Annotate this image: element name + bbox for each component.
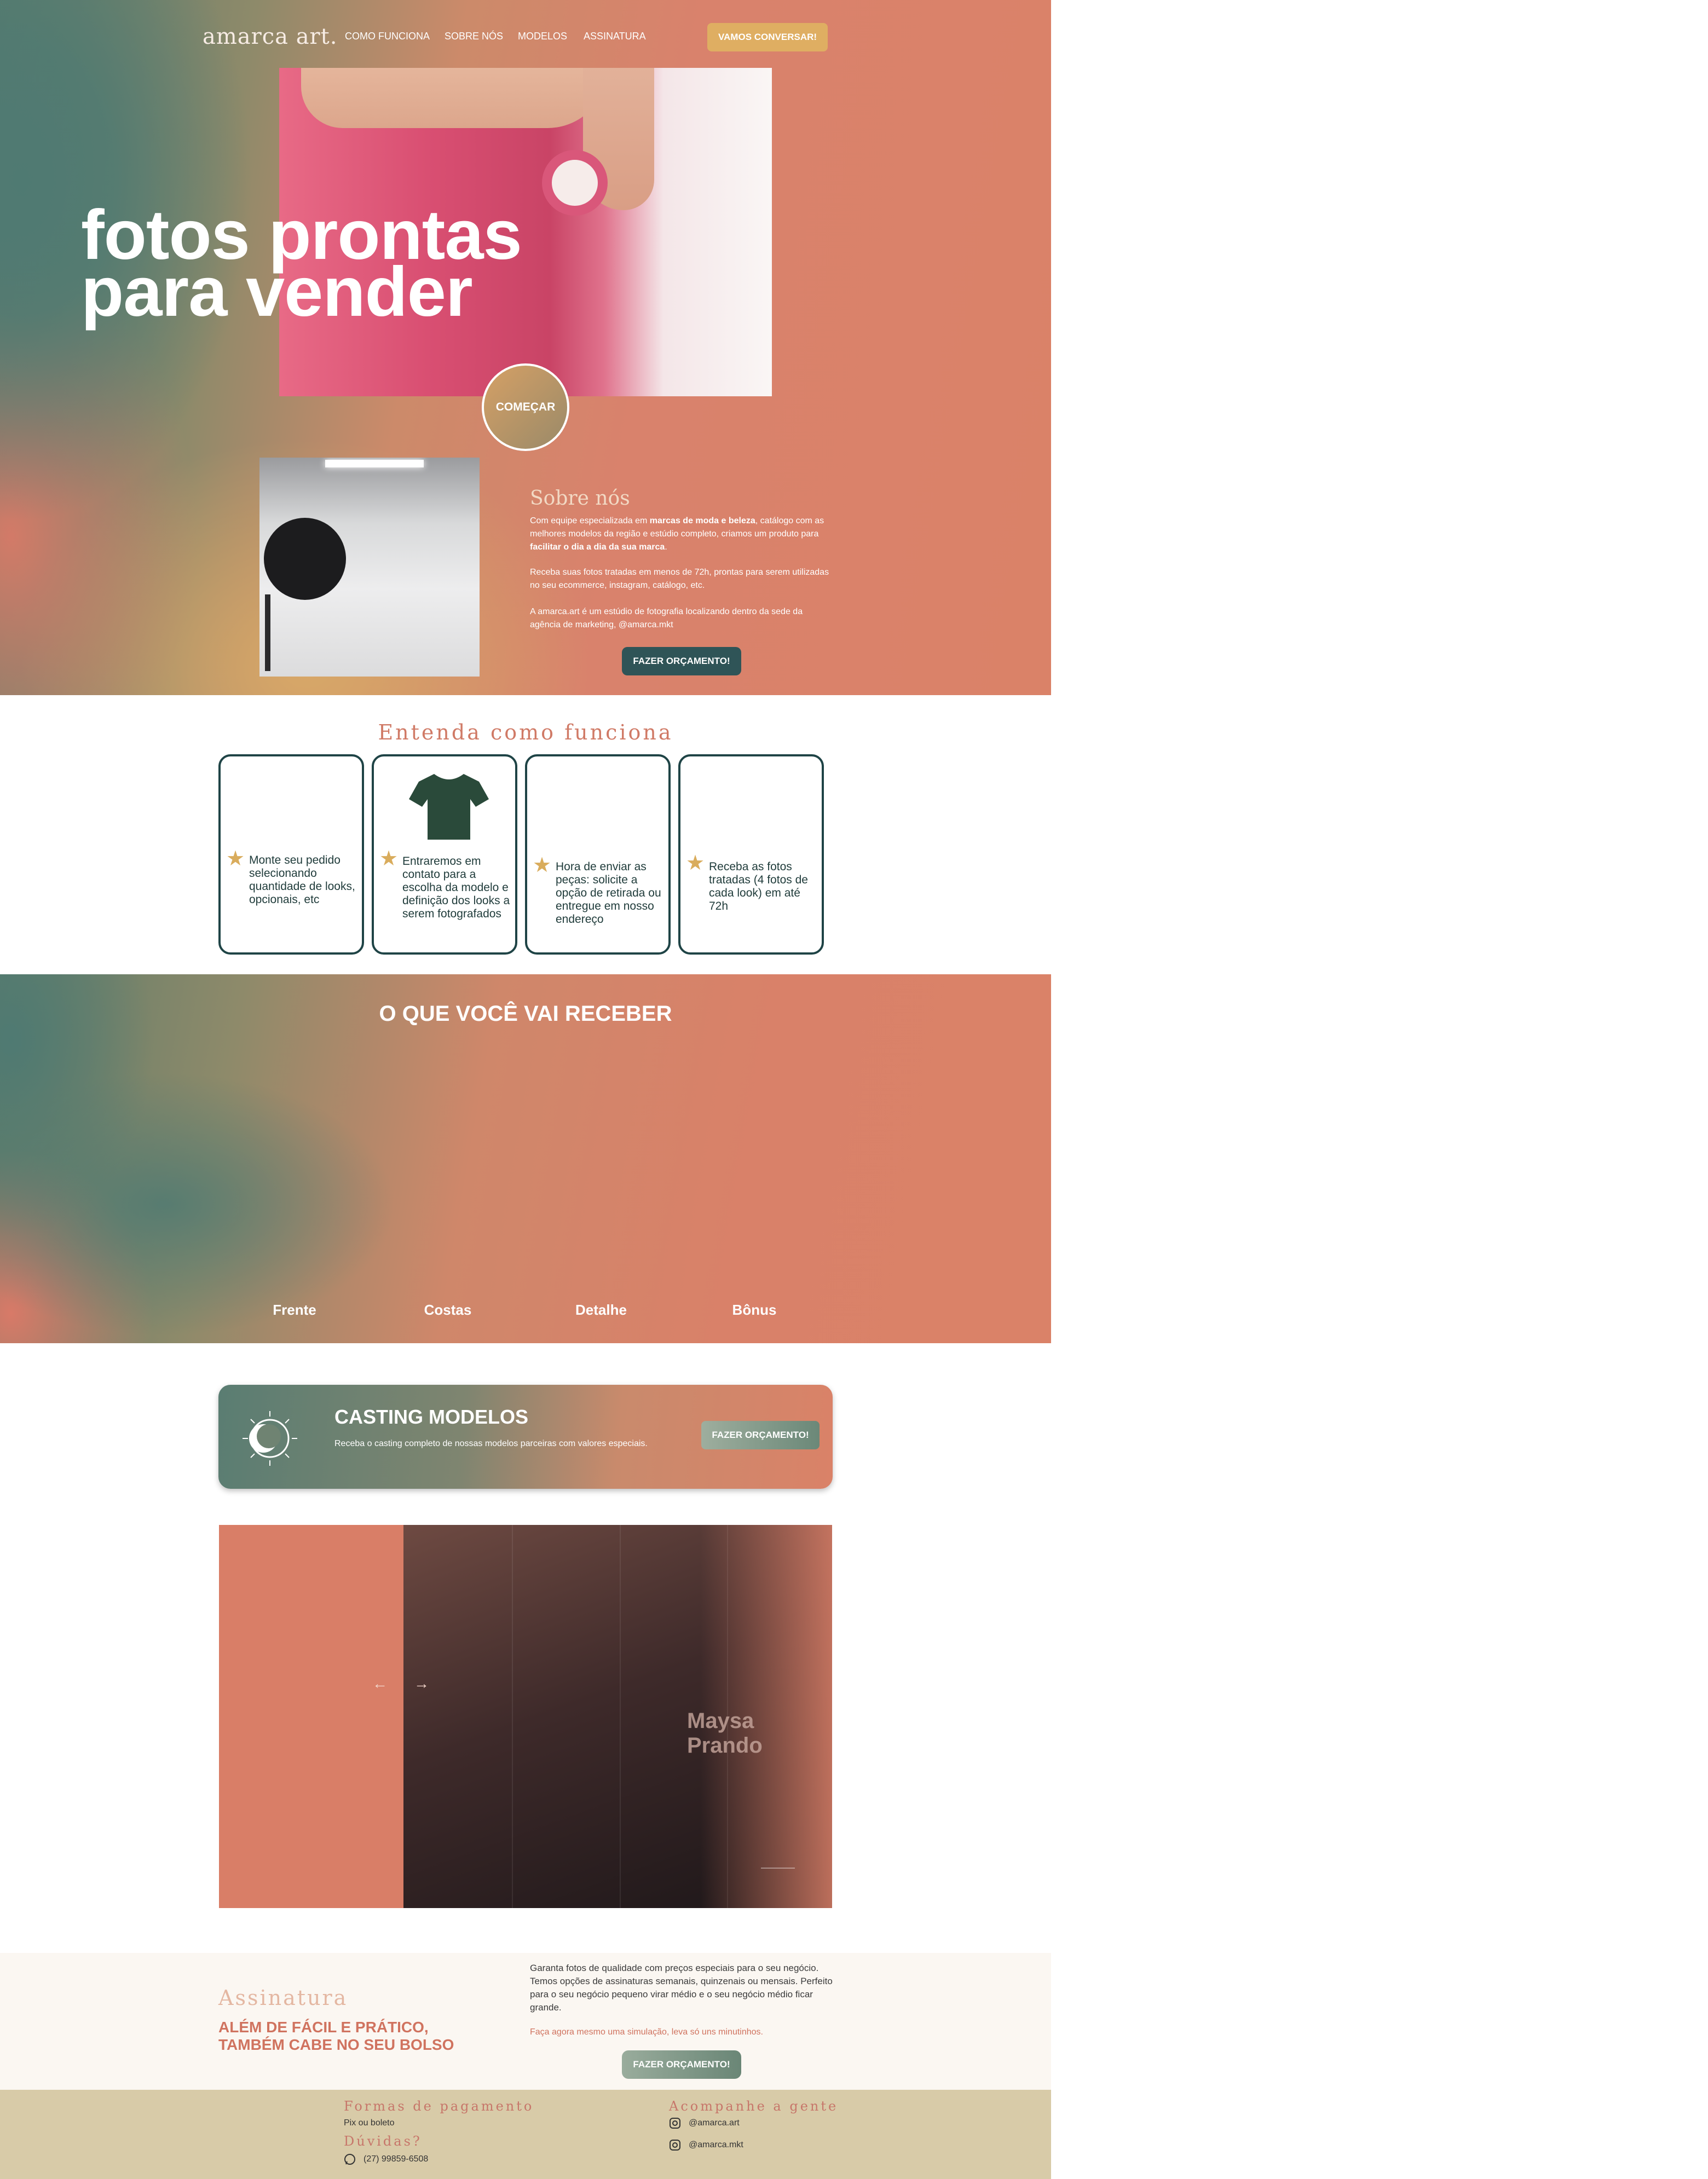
gallery-prev-arrow[interactable]: ← — [372, 1675, 388, 1692]
studio-softbox — [264, 518, 346, 600]
subscription-quote-button[interactable]: FAZER ORÇAMENTO! — [622, 2050, 741, 2079]
logo[interactable]: amarca art. — [203, 24, 337, 49]
vamos-conversar-button[interactable]: VAMOS CONVERSAR! — [707, 23, 828, 51]
instagram-link-art[interactable]: @amarca.art — [689, 2118, 740, 2128]
step-text-3: Hora de enviar as peças: solicite a opçã… — [556, 860, 661, 926]
phone-number[interactable]: (27) 99859-6508 — [363, 2154, 428, 2164]
step-card-2: ★ Entraremos em contato para a escolha d… — [372, 754, 517, 955]
nav-link-assinatura[interactable]: ASSINATURA — [584, 31, 646, 42]
step-card-4: ★ Receba as fotos tratadas (4 fotos de c… — [678, 754, 824, 955]
casting-heading: CASTING MODELOS — [334, 1406, 529, 1428]
subscription-note: Faça agora mesmo uma simulação, leva só … — [530, 2027, 763, 2037]
step-card-1: ★ Monte seu pedido selecionando quantida… — [218, 754, 364, 955]
instagram-icon — [670, 2118, 680, 2129]
models-gallery: ← → Maysa Prando — [219, 1525, 832, 1908]
nav-link-sobre-nos[interactable]: SOBRE NÓS — [445, 31, 503, 42]
subscription-tagline-line-2: TAMBÉM CABE NO SEU BOLSO — [218, 2036, 454, 2053]
studio-light-stand — [265, 594, 270, 671]
step-card-3: ★ Hora de enviar as peças: solicite a op… — [525, 754, 671, 955]
comecar-button[interactable]: COMEÇAR — [482, 363, 569, 451]
star-icon: ★ — [226, 847, 245, 870]
nav-link-como-funciona[interactable]: COMO FUNCIONA — [345, 31, 430, 42]
whatsapp-icon — [344, 2154, 355, 2165]
hero-photo-ring — [542, 150, 608, 216]
nav-link-modelos[interactable]: MODELOS — [518, 31, 567, 42]
follow-heading: Acompanhe a gente — [669, 2099, 839, 2114]
footer: Formas de pagamento Pix ou boleto Dúvida… — [0, 2090, 1051, 2179]
about-paragraph-3: A amarca.art é um estúdio de fotografia … — [530, 607, 803, 629]
receive-section: O QUE VOCÊ VAI RECEBER Frente Costas Det… — [0, 974, 1051, 1343]
about-quote-button[interactable]: FAZER ORÇAMENTO! — [622, 647, 741, 675]
gallery-divider — [620, 1525, 621, 1908]
receive-label-costas[interactable]: Costas — [393, 1302, 503, 1319]
instagram-link-mkt[interactable]: @amarca.mkt — [689, 2140, 743, 2150]
studio-ceiling-light — [325, 460, 424, 467]
payment-text: Pix ou boleto — [344, 2118, 395, 2128]
moon-sun-icon — [243, 1411, 297, 1466]
subscription-section: Assinatura ALÉM DE FÁCIL E PRÁTICO, TAMB… — [0, 1953, 1051, 2090]
doubts-heading: Dúvidas? — [344, 2134, 422, 2149]
hero-title-line-2: para vender — [81, 253, 473, 331]
how-heading: Entenda como funciona — [378, 720, 673, 744]
tshirt-icon — [409, 774, 489, 840]
subscription-tagline-line-1: ALÉM DE FÁCIL E PRÁTICO, — [218, 2019, 429, 2036]
casting-quote-button[interactable]: FAZER ORÇAMENTO! — [701, 1421, 820, 1449]
receive-label-detalhe[interactable]: Detalhe — [546, 1302, 656, 1319]
receive-heading: O QUE VOCÊ VAI RECEBER — [379, 1002, 672, 1026]
payment-heading: Formas de pagamento — [344, 2099, 534, 2114]
gallery-next-arrow[interactable]: → — [414, 1675, 429, 1692]
casting-banner: CASTING MODELOS Receba o casting complet… — [218, 1385, 833, 1489]
gallery-indicator — [761, 1868, 795, 1869]
star-icon: ★ — [533, 854, 552, 877]
step-text-1: Monte seu pedido selecionando quantidade… — [249, 854, 355, 906]
hero-title: fotos prontas para vender — [81, 200, 522, 331]
receive-label-frente[interactable]: Frente — [240, 1302, 349, 1319]
star-icon: ★ — [379, 847, 399, 870]
gallery-divider — [512, 1525, 513, 1908]
instagram-icon — [670, 2140, 680, 2151]
subscription-tagline: ALÉM DE FÁCIL E PRÁTICO, TAMBÉM CABE NO … — [218, 2019, 454, 2054]
hero-photo-skin — [301, 68, 608, 128]
about-paragraph-2: Receba suas fotos tratadas em menos de 7… — [530, 568, 829, 590]
step-text-4: Receba as fotos tratadas (4 fotos de cad… — [709, 860, 808, 912]
about-paragraph-1: Com equipe especializada em marcas de mo… — [530, 516, 824, 552]
receive-label-bonus[interactable]: Bônus — [700, 1302, 809, 1319]
casting-text: Receba o casting completo de nossas mode… — [334, 1439, 648, 1448]
model-name[interactable]: Maysa Prando — [687, 1709, 832, 1758]
hero-section: amarca art. COMO FUNCIONA SOBRE NÓS MODE… — [0, 0, 1051, 695]
about-heading: Sobre nós — [530, 487, 630, 510]
star-icon: ★ — [686, 852, 705, 875]
subscription-heading: Assinatura — [218, 1986, 348, 2010]
subscription-text: Garanta fotos de qualidade com preços es… — [530, 1963, 833, 2013]
step-text-2: Entraremos em contato para a escolha da … — [402, 855, 510, 920]
studio-photo — [259, 458, 480, 677]
